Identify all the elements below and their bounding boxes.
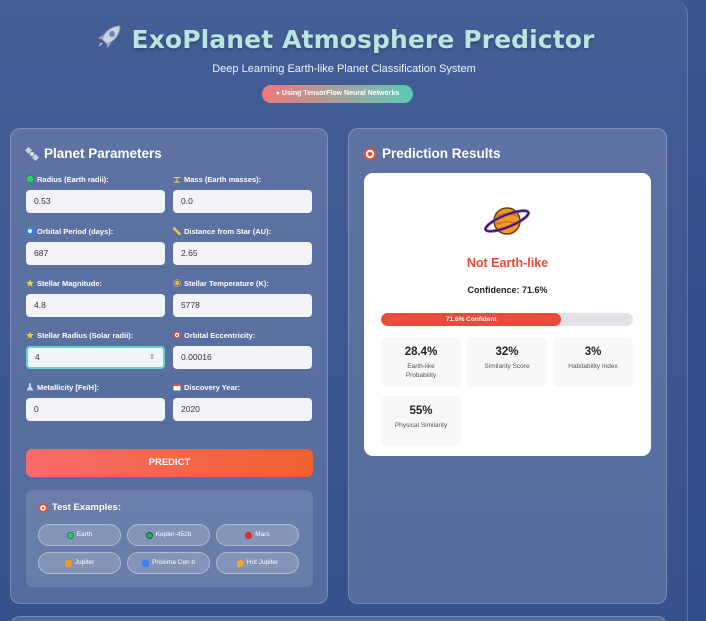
- subtitle: Deep Learning Earth-like Planet Classifi…: [212, 63, 476, 75]
- globe-icon: [145, 531, 153, 539]
- ringed-planet-icon: [64, 559, 72, 567]
- stat-value: 32%: [495, 346, 519, 358]
- calendar-icon: [173, 383, 181, 391]
- metallicity-input[interactable]: 0: [26, 398, 165, 421]
- stellar-radius-label: Stellar Radius (Solar radii):: [26, 329, 165, 341]
- stat-similarity-score: 32% Similarity Score: [467, 337, 547, 387]
- globe-icon: [66, 531, 74, 539]
- radius-label: Radius (Earth radii):: [26, 173, 165, 185]
- example-mars-button[interactable]: Mars: [216, 524, 299, 546]
- confidence-text: Confidence: 71.6%: [467, 285, 548, 295]
- stat-value: 3%: [584, 346, 602, 358]
- mass-label: Mass (Earth masses):: [173, 173, 312, 185]
- example-kepler-452b-button[interactable]: Kepler-452b: [127, 524, 210, 546]
- orbital-eccentricity-field: Orbital Eccentricity: 0.00016: [173, 329, 312, 369]
- orbit-icon: [26, 227, 34, 235]
- planet-parameters-title: Planet Parameters: [44, 146, 162, 161]
- test-examples-panel: Test Examples: Earth Kepler-452b Mars Ju…: [26, 490, 313, 587]
- stellar-temperature-field: Stellar Temperature (K): 5778: [173, 277, 312, 317]
- mass-input[interactable]: 0.0: [173, 190, 312, 213]
- number-spinner[interactable]: ⇕: [149, 348, 155, 367]
- mass-field: Mass (Earth masses): 0.0: [173, 173, 312, 213]
- radius-input[interactable]: 0.53: [26, 190, 165, 213]
- prediction-results-title: Prediction Results: [382, 146, 501, 161]
- star-icon: [26, 331, 34, 339]
- example-earth-button[interactable]: Earth: [38, 524, 121, 546]
- stellar-radius-field: Stellar Radius (Solar radii): 4 ⇕: [26, 329, 165, 369]
- distance-field: Distance from Star (AU): 2.65: [172, 225, 312, 265]
- discovery-year-label: Discovery Year:: [173, 381, 312, 393]
- stellar-temperature-input[interactable]: 5778: [173, 294, 312, 317]
- confidence-bar: 71.6% Confident: [381, 313, 633, 326]
- star-icon: [26, 279, 34, 287]
- orbital-eccentricity-label: Orbital Eccentricity:: [173, 329, 312, 341]
- orbital-eccentricity-input[interactable]: 0.00016: [173, 346, 312, 369]
- discovery-year-field: Discovery Year: 2020: [173, 381, 312, 421]
- ringed-planet-icon: [484, 207, 530, 235]
- page-title-text: ExoPlanet Atmosphere Predictor: [131, 25, 595, 54]
- distance-label: Distance from Star (AU):: [172, 225, 312, 237]
- result-box: Not Earth-like Confidence: 71.6% 71.6% C…: [364, 173, 651, 456]
- brain-icon: ●: [275, 90, 280, 97]
- orbital-period-field: Orbital Period (days): 687: [26, 225, 165, 265]
- predict-button[interactable]: PREDICT: [26, 449, 313, 477]
- stat-value: 28.4%: [404, 346, 438, 358]
- stellar-temperature-label: Stellar Temperature (K):: [173, 277, 312, 289]
- ruler-icon: [172, 226, 182, 236]
- stat-label: Similarity Score: [484, 363, 530, 370]
- fire-icon: [236, 559, 244, 567]
- orbital-period-label: Orbital Period (days):: [26, 225, 165, 237]
- stellar-radius-input[interactable]: 4 ⇕: [26, 346, 165, 369]
- example-jupiter-button[interactable]: Jupiter: [38, 552, 121, 574]
- example-proxima-cen-b-button[interactable]: Proxima Cen b: [127, 552, 210, 574]
- bottom-card: [10, 616, 667, 621]
- prediction-results-card: Prediction Results Not Earth-like Confid…: [348, 128, 667, 604]
- tech-badge-label: Using TensorFlow Neural Networks: [281, 90, 400, 97]
- orbital-period-input[interactable]: 687: [26, 242, 165, 265]
- target-icon: [38, 503, 48, 512]
- sun-icon: [173, 279, 181, 287]
- target-icon: [363, 147, 377, 160]
- rocket-icon: [94, 22, 124, 58]
- stat-label: Physical Similarity: [394, 422, 448, 429]
- stat-label: Earth-like Probability: [405, 363, 437, 379]
- distance-input[interactable]: 2.65: [173, 242, 312, 265]
- scale-icon: [173, 175, 181, 183]
- stellar-magnitude-field: Stellar Magnitude: 4.8: [26, 277, 165, 317]
- red-circle-icon: [245, 531, 253, 539]
- stellar-magnitude-label: Stellar Magnitude:: [26, 277, 165, 289]
- tech-badge: ● Using TensorFlow Neural Networks: [262, 85, 413, 103]
- discovery-year-input[interactable]: 2020: [173, 398, 312, 421]
- star-icon: [142, 559, 149, 567]
- prediction-results-heading: Prediction Results: [363, 146, 501, 161]
- planet-parameters-card: Planet Parameters Radius (Earth radii): …: [10, 128, 328, 604]
- metallicity-label: Metallicity [Fe/H]:: [26, 381, 165, 393]
- test-examples-title: Test Examples:: [52, 502, 121, 513]
- stat-physical-similarity: 55% Physical Similarity: [381, 396, 461, 446]
- confidence-bar-fill: 71.6% Confident: [381, 313, 562, 326]
- globe-icon: [26, 175, 34, 183]
- stat-value: 55%: [409, 405, 433, 417]
- flask-icon: [26, 382, 34, 391]
- metallicity-field: Metallicity [Fe/H]: 0: [26, 381, 165, 421]
- radius-field: Radius (Earth radii): 0.53: [26, 173, 165, 213]
- target-icon: [173, 331, 181, 339]
- stellar-radius-value: 4: [35, 352, 40, 362]
- stellar-magnitude-input[interactable]: 4.8: [26, 294, 165, 317]
- prediction-label: Not Earth-like: [466, 256, 549, 270]
- example-hot-jupiter-button[interactable]: Hot Jupiter: [216, 552, 299, 574]
- test-examples-heading: Test Examples:: [38, 502, 121, 513]
- stat-earth-like-probability: 28.4% Earth-like Probability: [381, 337, 461, 387]
- stat-label: Habitability Index: [568, 363, 618, 370]
- stat-habitability-index: 3% Habitability Index: [553, 337, 633, 387]
- satellite-icon: [25, 146, 39, 161]
- page-title: ExoPlanet Atmosphere Predictor: [0, 22, 688, 58]
- planet-parameters-heading: Planet Parameters: [25, 146, 162, 161]
